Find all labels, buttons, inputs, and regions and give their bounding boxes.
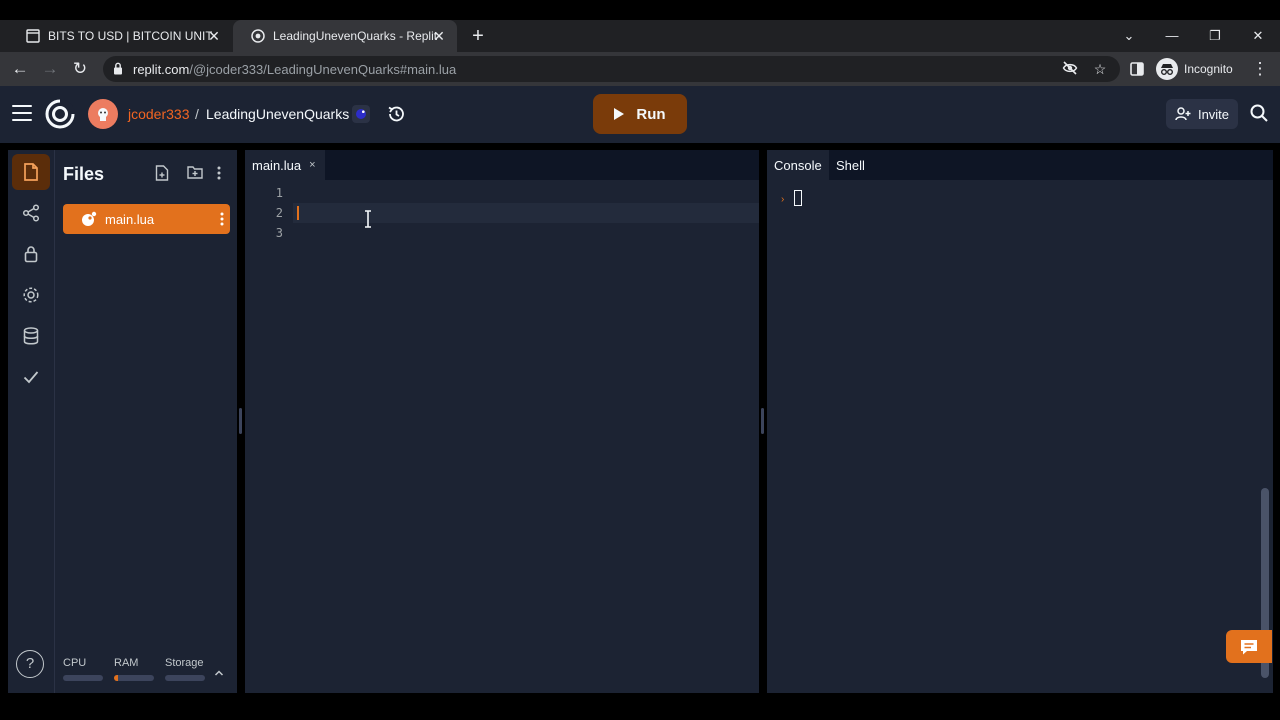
ram-label: RAM xyxy=(114,657,139,669)
browser-menu-icon[interactable]: ⋮ xyxy=(1249,58,1271,80)
browser-tab-title: BITS TO USD | BITCOIN UNITS CO xyxy=(48,29,212,43)
url-path: /@jcoder333/LeadingUnevenQuarks#main.lua xyxy=(189,62,457,77)
files-title: Files xyxy=(63,164,105,184)
tracking-blocked-icon[interactable] xyxy=(1061,60,1079,78)
database-icon[interactable] xyxy=(12,318,50,354)
replit-icon xyxy=(251,29,265,43)
line-number: 2 xyxy=(275,206,283,220)
browser-tab-strip: BITS TO USD | BITCOIN UNITS CO ✕ Leading… xyxy=(0,20,1280,52)
forward-icon[interactable]: → xyxy=(39,58,61,80)
back-icon[interactable]: ← xyxy=(9,58,31,80)
run-label: Run xyxy=(636,105,666,123)
close-icon[interactable]: ✕ xyxy=(431,28,447,44)
browser-toolbar: ← → ↻ replit.com/@jcoder333/LeadingUneve… xyxy=(0,52,1280,86)
version-control-icon[interactable] xyxy=(12,195,50,231)
close-icon[interactable]: × xyxy=(309,159,315,171)
console-cursor xyxy=(794,190,802,206)
profile-label: Incognito xyxy=(1184,62,1233,76)
new-tab-icon[interactable]: + xyxy=(468,26,488,46)
username-link[interactable]: jcoder333 xyxy=(128,106,190,122)
search-icon[interactable] xyxy=(1249,103,1271,125)
incognito-icon xyxy=(1156,58,1178,80)
repl-name[interactable]: LeadingUnevenQuarks xyxy=(206,106,349,122)
gear-icon[interactable] xyxy=(12,277,50,313)
invite-label: Invite xyxy=(1197,106,1230,122)
resource-usage[interactable]: CPU RAM Storage xyxy=(63,657,230,687)
browser-tab-replit[interactable]: LeadingUnevenQuarks - Replit ✕ xyxy=(233,20,457,52)
pane-resize-handle[interactable] xyxy=(239,408,242,434)
breadcrumb-separator: / xyxy=(195,106,199,122)
file-name: main.lua xyxy=(105,211,155,227)
files-tool-icon[interactable] xyxy=(12,154,50,190)
lua-language-icon[interactable] xyxy=(352,105,370,123)
tab-search-icon[interactable]: ⌄ xyxy=(1119,26,1139,46)
file-menu-icon[interactable] xyxy=(220,211,224,227)
tab-main-lua[interactable]: main.lua × xyxy=(245,150,325,180)
ram-meter-fill xyxy=(114,675,118,681)
line-number: 3 xyxy=(275,226,283,240)
tab-shell[interactable]: Shell xyxy=(829,150,872,180)
chat-bubble-icon xyxy=(1241,639,1257,654)
lock-icon[interactable] xyxy=(12,236,50,272)
new-file-icon[interactable] xyxy=(155,165,171,181)
restore-icon[interactable]: ❐ xyxy=(1205,26,1225,46)
pane-resize-handle[interactable] xyxy=(761,408,764,434)
checkmark-icon[interactable] xyxy=(12,359,50,395)
console-prompt: › xyxy=(781,194,785,205)
cpu-label: CPU xyxy=(63,657,87,669)
window-close-icon[interactable]: ✕ xyxy=(1248,26,1268,46)
text-caret xyxy=(297,206,299,220)
new-folder-icon[interactable] xyxy=(187,165,203,181)
tool-rail xyxy=(8,150,54,693)
console-pane: Console Shell › xyxy=(767,150,1273,693)
line-number: 1 xyxy=(275,186,283,200)
invite-button[interactable]: Invite xyxy=(1166,99,1238,129)
hamburger-menu-icon[interactable] xyxy=(12,105,32,121)
editor-tab-bar: main.lua × xyxy=(245,150,759,180)
address-bar[interactable]: replit.com/@jcoder333/LeadingUnevenQuark… xyxy=(103,56,1120,82)
history-icon[interactable] xyxy=(386,104,406,124)
reload-icon[interactable]: ↻ xyxy=(69,58,91,80)
cpu-meter xyxy=(63,675,103,681)
tab-console[interactable]: Console xyxy=(767,150,829,180)
url-text: replit.com/@jcoder333/LeadingUnevenQuark… xyxy=(133,62,456,77)
lock-icon[interactable] xyxy=(113,62,123,80)
run-button[interactable]: Run xyxy=(593,94,687,134)
files-panel: Files main.lua CPU RAM Storage xyxy=(54,150,237,693)
ibeam-cursor-icon xyxy=(363,210,373,228)
add-user-icon xyxy=(1175,107,1191,121)
help-button[interactable]: ? xyxy=(16,650,44,678)
chevron-up-icon[interactable] xyxy=(214,665,224,676)
minimize-icon[interactable]: — xyxy=(1162,26,1182,46)
replit-logo-icon[interactable] xyxy=(45,99,75,129)
editor-pane: main.lua × 1 2 3 xyxy=(245,150,759,693)
file-item-main-lua[interactable]: main.lua xyxy=(63,204,230,234)
code-editor[interactable]: 1 2 3 xyxy=(245,180,759,693)
editor-tab-label: main.lua xyxy=(252,157,302,173)
side-panel-icon[interactable] xyxy=(1126,58,1148,80)
lua-icon xyxy=(81,211,97,227)
ram-meter xyxy=(114,675,154,681)
chat-button[interactable] xyxy=(1226,630,1272,663)
url-host: replit.com xyxy=(133,62,190,77)
screen: BITS TO USD | BITCOIN UNITS CO ✕ Leading… xyxy=(0,0,1280,720)
bookmark-star-icon[interactable]: ☆ xyxy=(1091,60,1109,78)
more-options-icon[interactable] xyxy=(217,165,233,181)
page-icon xyxy=(26,29,40,43)
browser-tab-title: LeadingUnevenQuarks - Replit xyxy=(273,29,437,43)
avatar[interactable] xyxy=(88,99,118,129)
console-output[interactable]: › xyxy=(767,180,1273,693)
incognito-badge[interactable]: Incognito xyxy=(1156,56,1233,82)
storage-label: Storage xyxy=(165,657,204,669)
close-icon[interactable]: ✕ xyxy=(206,28,222,44)
storage-meter xyxy=(165,675,205,681)
replit-header: jcoder333 / LeadingUnevenQuarks Run Invi… xyxy=(0,86,1280,143)
play-icon xyxy=(614,108,625,120)
browser-tab-bits[interactable]: BITS TO USD | BITCOIN UNITS CO ✕ xyxy=(8,20,232,52)
